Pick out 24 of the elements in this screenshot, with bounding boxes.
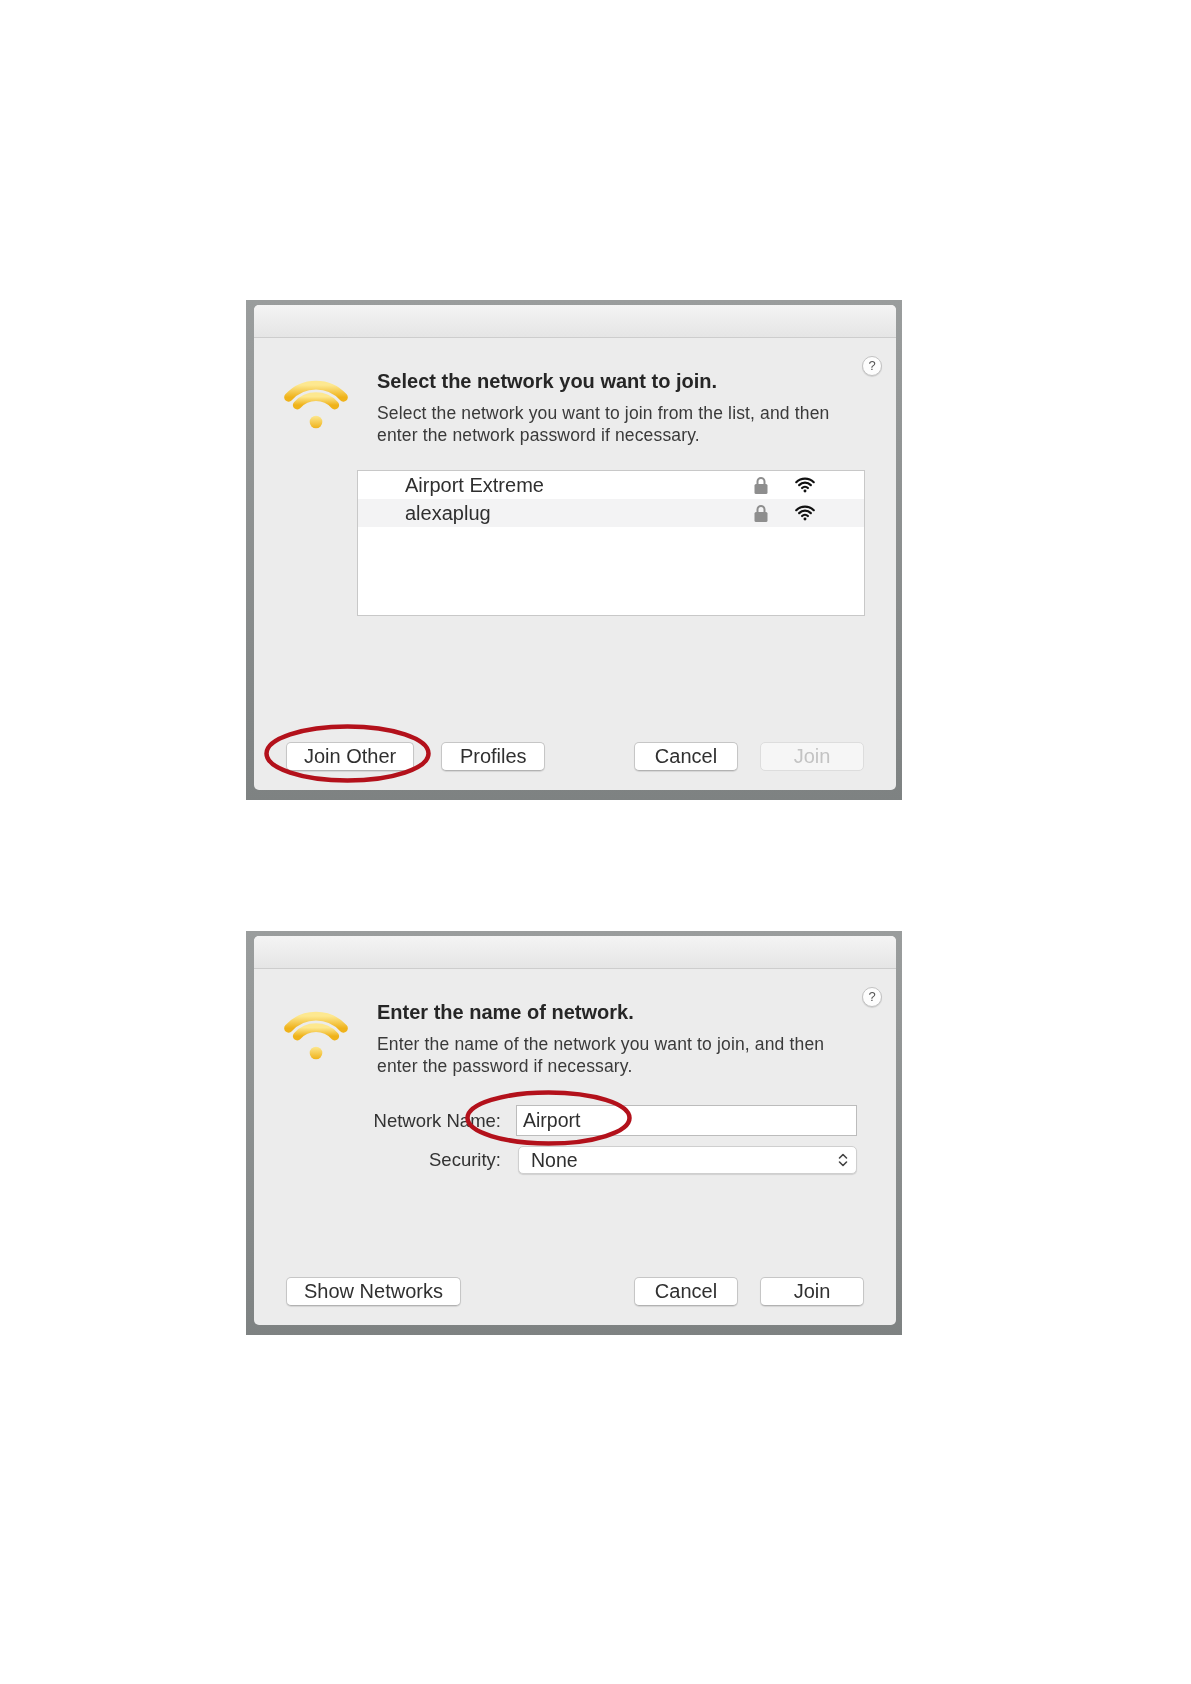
wifi-icon: [281, 1010, 351, 1060]
dialog-heading: Enter the name of network.: [377, 1000, 635, 1024]
network-name: alexaplug: [405, 501, 492, 525]
wifi-signal-icon: [794, 476, 816, 494]
dialog-button[interactable]: Join: [760, 1277, 864, 1306]
dropdown[interactable]: None: [518, 1146, 857, 1174]
help-button[interactable]: ?: [862, 356, 882, 376]
network-row[interactable]: Airport Extreme: [358, 471, 864, 499]
dialog-button[interactable]: Show Networks: [286, 1277, 461, 1306]
help-button[interactable]: ?: [862, 987, 882, 1007]
dialog-heading: Select the network you want to join.: [377, 369, 719, 393]
text-field[interactable]: Airport: [516, 1105, 857, 1136]
dialog-button[interactable]: Join Other: [286, 742, 415, 771]
dialog-button[interactable]: Profiles: [441, 742, 546, 771]
dialog-button[interactable]: Cancel: [634, 742, 738, 771]
updown-chevron-icon: [838, 1152, 848, 1168]
network-row[interactable]: alexaplug: [358, 499, 864, 527]
network-name: Airport Extreme: [405, 473, 545, 497]
dialog-description: Select the network you want to join from the list, and then enter the network password if necessary.: [377, 402, 831, 446]
dialog-description: Enter the name of the network you want to join, and then enter the password if necessary.: [377, 1033, 826, 1077]
wifi-signal-icon: [794, 504, 816, 522]
wifi-icon: [281, 379, 351, 429]
field-label: Security:: [429, 1149, 501, 1171]
dialog-button[interactable]: Cancel: [634, 1277, 738, 1306]
